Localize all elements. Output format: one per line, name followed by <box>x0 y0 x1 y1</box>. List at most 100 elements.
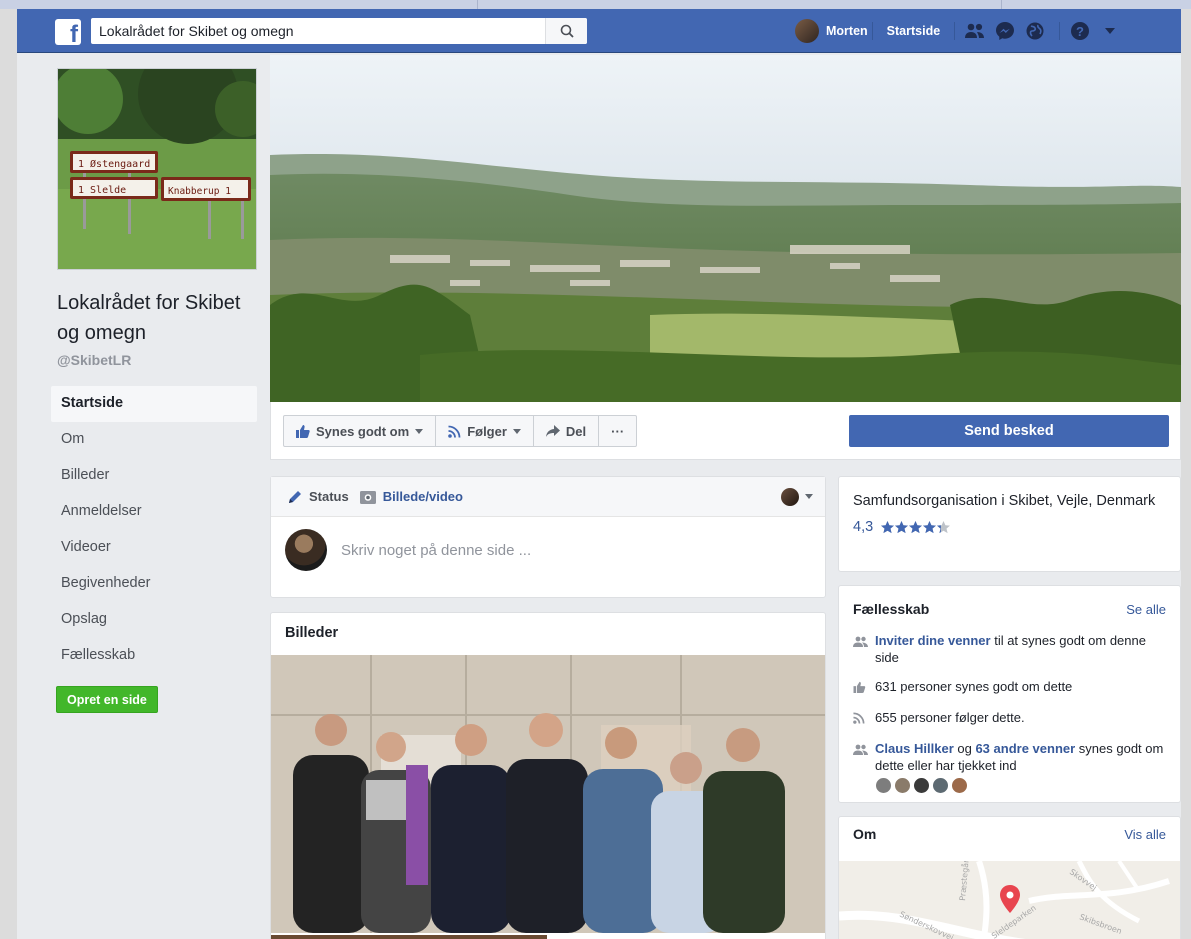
side-nav-om[interactable]: Om <box>51 422 257 458</box>
follow-button-label: Følger <box>467 423 507 439</box>
followers-row: 655 personer følger dette. <box>853 709 1166 728</box>
home-link[interactable]: Startside <box>877 24 951 38</box>
chevron-down-icon <box>512 428 521 434</box>
friend-avatar[interactable] <box>913 777 930 794</box>
rating-value: 4,3 <box>853 519 874 535</box>
profile-link[interactable]: Morten <box>826 24 868 38</box>
rating-stars-icon <box>881 520 951 533</box>
location-map[interactable]: Sønderskovvej Præstegård Sleldeparken Sk… <box>839 861 1180 939</box>
page-category[interactable]: Samfundsorganisation i Skibet, Vejle, De… <box>853 491 1166 511</box>
page-info-card: Samfundsorganisation i Skibet, Vejle, De… <box>838 476 1181 572</box>
status-tab[interactable]: Status <box>287 489 349 505</box>
search-button[interactable] <box>545 18 587 44</box>
share-arrow-icon <box>545 425 560 437</box>
friend-avatar[interactable] <box>932 777 949 794</box>
page-section-nav: Startside Om Billeder Anmeldelser Videoe… <box>51 386 257 674</box>
composer-input[interactable]: Skriv noget på denne side ... <box>341 542 531 559</box>
globe-notifications-icon[interactable] <box>1021 17 1049 45</box>
invite-friends-row: Inviter dine venner til at synes godt om… <box>853 632 1166 666</box>
photos-section: Billeder <box>270 612 826 939</box>
photo-video-tab[interactable]: Billede/video <box>359 489 463 505</box>
thumbs-up-icon <box>296 425 310 438</box>
friend-avatar[interactable] <box>951 777 968 794</box>
likes-row: 631 personer synes godt om dette <box>853 678 1166 697</box>
side-nav-videoer[interactable]: Videoer <box>51 530 257 566</box>
cover-photo[interactable] <box>270 55 1181 402</box>
window-margin-right <box>1181 0 1191 939</box>
like-button-label: Synes godt om <box>316 423 410 439</box>
share-button[interactable]: Del <box>534 416 600 446</box>
page-handle: @SkibetLR <box>57 352 132 368</box>
side-nav-opslag[interactable]: Opslag <box>51 602 257 638</box>
post-as-selector[interactable] <box>781 487 813 506</box>
browser-tab-strip <box>0 0 1191 9</box>
about-card: Om Vis alle Sønderskovvej Præstegård Sle… <box>838 816 1181 939</box>
rss-follow-icon <box>448 425 461 438</box>
likes-count-text: 631 personer synes godt om dette <box>875 679 1073 694</box>
page-title[interactable]: Lokalrådet for Skibet og omegn <box>57 288 267 348</box>
status-tab-label: Status <box>309 489 349 504</box>
side-nav-startside[interactable]: Startside <box>51 386 257 422</box>
friends-icon <box>853 740 875 794</box>
nav-divider <box>871 22 873 40</box>
photo-video-tab-label: Billede/video <box>382 489 463 504</box>
friends-like-row: Claus Hillker og 63 andre venner synes g… <box>853 740 1166 794</box>
rss-follow-icon <box>853 709 875 728</box>
side-nav-billeder[interactable]: Billeder <box>51 458 257 494</box>
top-navigation-bar: f Morten Startside ? <box>17 9 1181 53</box>
svg-text:?: ? <box>1076 24 1084 39</box>
nav-divider <box>1059 22 1061 40</box>
page-profile-picture[interactable]: 1 Østengaard 1 Slelde Knabberup 1 <box>57 68 257 270</box>
about-header: Om Vis alle <box>839 817 1180 842</box>
facebook-logo-icon[interactable]: f <box>55 19 81 45</box>
top-nav-links: Morten Startside ? <box>795 17 1124 45</box>
like-button[interactable]: Synes godt om <box>284 416 437 446</box>
window-margin-left <box>0 0 17 939</box>
camera-icon <box>359 490 376 504</box>
post-as-avatar <box>781 487 799 506</box>
pencil-icon <box>289 490 301 503</box>
friends-icon <box>853 632 875 666</box>
friend-avatars <box>875 777 1166 794</box>
group-photo[interactable] <box>271 655 825 933</box>
side-nav-begivenheder[interactable]: Begivenheder <box>51 566 257 602</box>
invite-friends-link[interactable]: Inviter dine venner <box>875 633 991 648</box>
user-avatar[interactable] <box>795 19 819 43</box>
page-rating[interactable]: 4,3 <box>853 519 1166 535</box>
community-see-all-link[interactable]: Se alle <box>1126 602 1166 617</box>
follow-button[interactable]: Følger <box>436 416 534 446</box>
sign-text-slelde: 1 Slelde <box>78 185 126 196</box>
help-icon[interactable]: ? <box>1066 17 1094 45</box>
share-button-label: Del <box>565 423 587 439</box>
composer-tabs: Status Billede/video <box>271 477 825 517</box>
composer-body[interactable]: Skriv noget på denne side ... <box>271 517 825 583</box>
side-nav-anmeldelser[interactable]: Anmeldelser <box>51 494 257 530</box>
thumbs-up-icon <box>853 678 875 697</box>
community-header: Fællesskab Se alle <box>853 598 1166 620</box>
send-message-button[interactable]: Send besked <box>849 415 1169 447</box>
chevron-down-icon <box>415 428 424 434</box>
chevron-down-icon <box>805 494 813 499</box>
search-icon <box>560 24 574 38</box>
friends-and-text: og <box>953 741 976 756</box>
friend-avatar[interactable] <box>894 777 911 794</box>
about-title: Om <box>853 826 877 842</box>
more-options-button[interactable]: ··· <box>599 416 636 446</box>
photos-section-title[interactable]: Billeder <box>271 613 825 653</box>
account-menu-chevron-down-icon[interactable] <box>1096 17 1124 45</box>
page-action-buttons: Synes godt om Følger Del ··· <box>283 415 638 447</box>
search-input[interactable] <box>91 18 546 44</box>
sign-text-knabberup: Knabberup 1 <box>168 186 231 197</box>
other-friends-link[interactable]: 63 andre venner <box>975 741 1075 756</box>
messenger-icon[interactable] <box>991 17 1019 45</box>
friend-avatar[interactable] <box>875 777 892 794</box>
friend-name-link[interactable]: Claus Hillker <box>875 741 954 756</box>
about-see-all-link[interactable]: Vis alle <box>1124 827 1166 842</box>
post-composer: Status Billede/video Skriv noget på denn… <box>270 476 826 598</box>
sign-text-ostengaard: 1 Østengaard <box>78 158 150 170</box>
create-page-button[interactable]: Opret en side <box>56 686 158 713</box>
page-action-bar: Synes godt om Følger Del ··· Send besked <box>270 402 1181 460</box>
side-nav-faellesskab[interactable]: Fællesskab <box>51 638 257 674</box>
friend-requests-icon[interactable] <box>961 17 989 45</box>
photo-thumbnail-strip[interactable] <box>271 935 547 939</box>
